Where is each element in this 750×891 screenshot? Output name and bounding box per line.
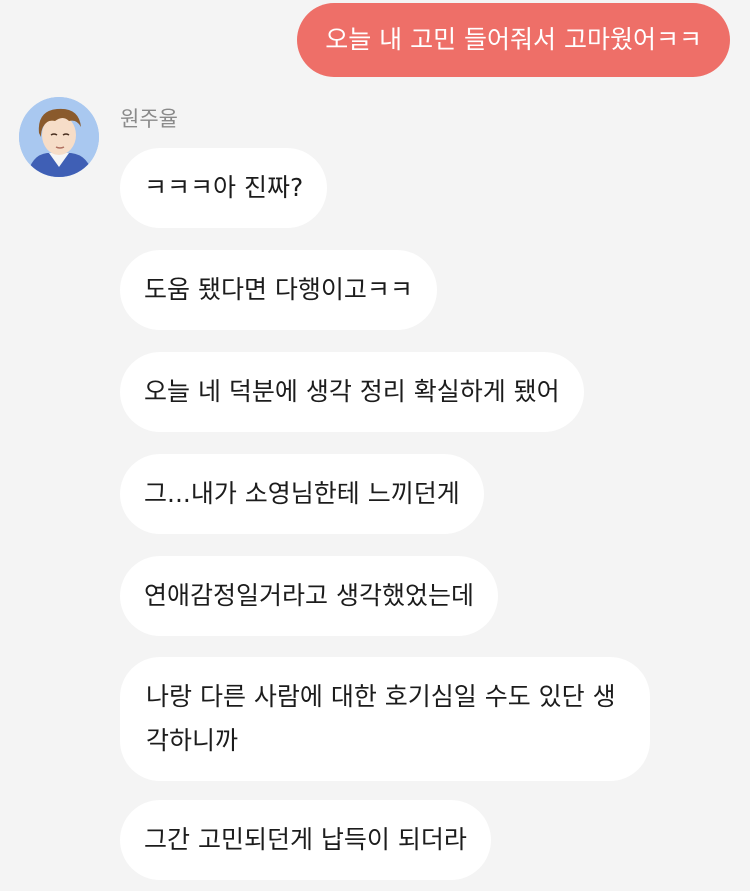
sender-name: 원주율 — [120, 107, 178, 131]
avatar-illustration — [19, 97, 99, 177]
received-message-bubble[interactable]: ㅋㅋㅋ아 진짜? — [120, 148, 328, 228]
sender-avatar[interactable] — [19, 97, 99, 177]
received-message-bubble[interactable]: 그간 고민되던게 납득이 되더라 — [120, 800, 491, 880]
received-message-bubble[interactable]: 도움 됐다면 다행이고ㅋㅋ — [120, 250, 437, 330]
received-message-bubble[interactable]: 나랑 다른 사람에 대한 호기심일 수도 있단 생각하니까 — [120, 657, 650, 781]
sent-message-bubble[interactable]: 오늘 내 고민 들어줘서 고마웠어ㅋㅋ — [297, 3, 730, 77]
received-message-bubble[interactable]: 연애감정일거라고 생각했었는데 — [120, 556, 498, 636]
received-message-bubble[interactable]: 오늘 네 덕분에 생각 정리 확실하게 됐어 — [120, 352, 584, 432]
received-message-bubble[interactable]: 그...내가 소영님한테 느끼던게 — [120, 454, 484, 534]
